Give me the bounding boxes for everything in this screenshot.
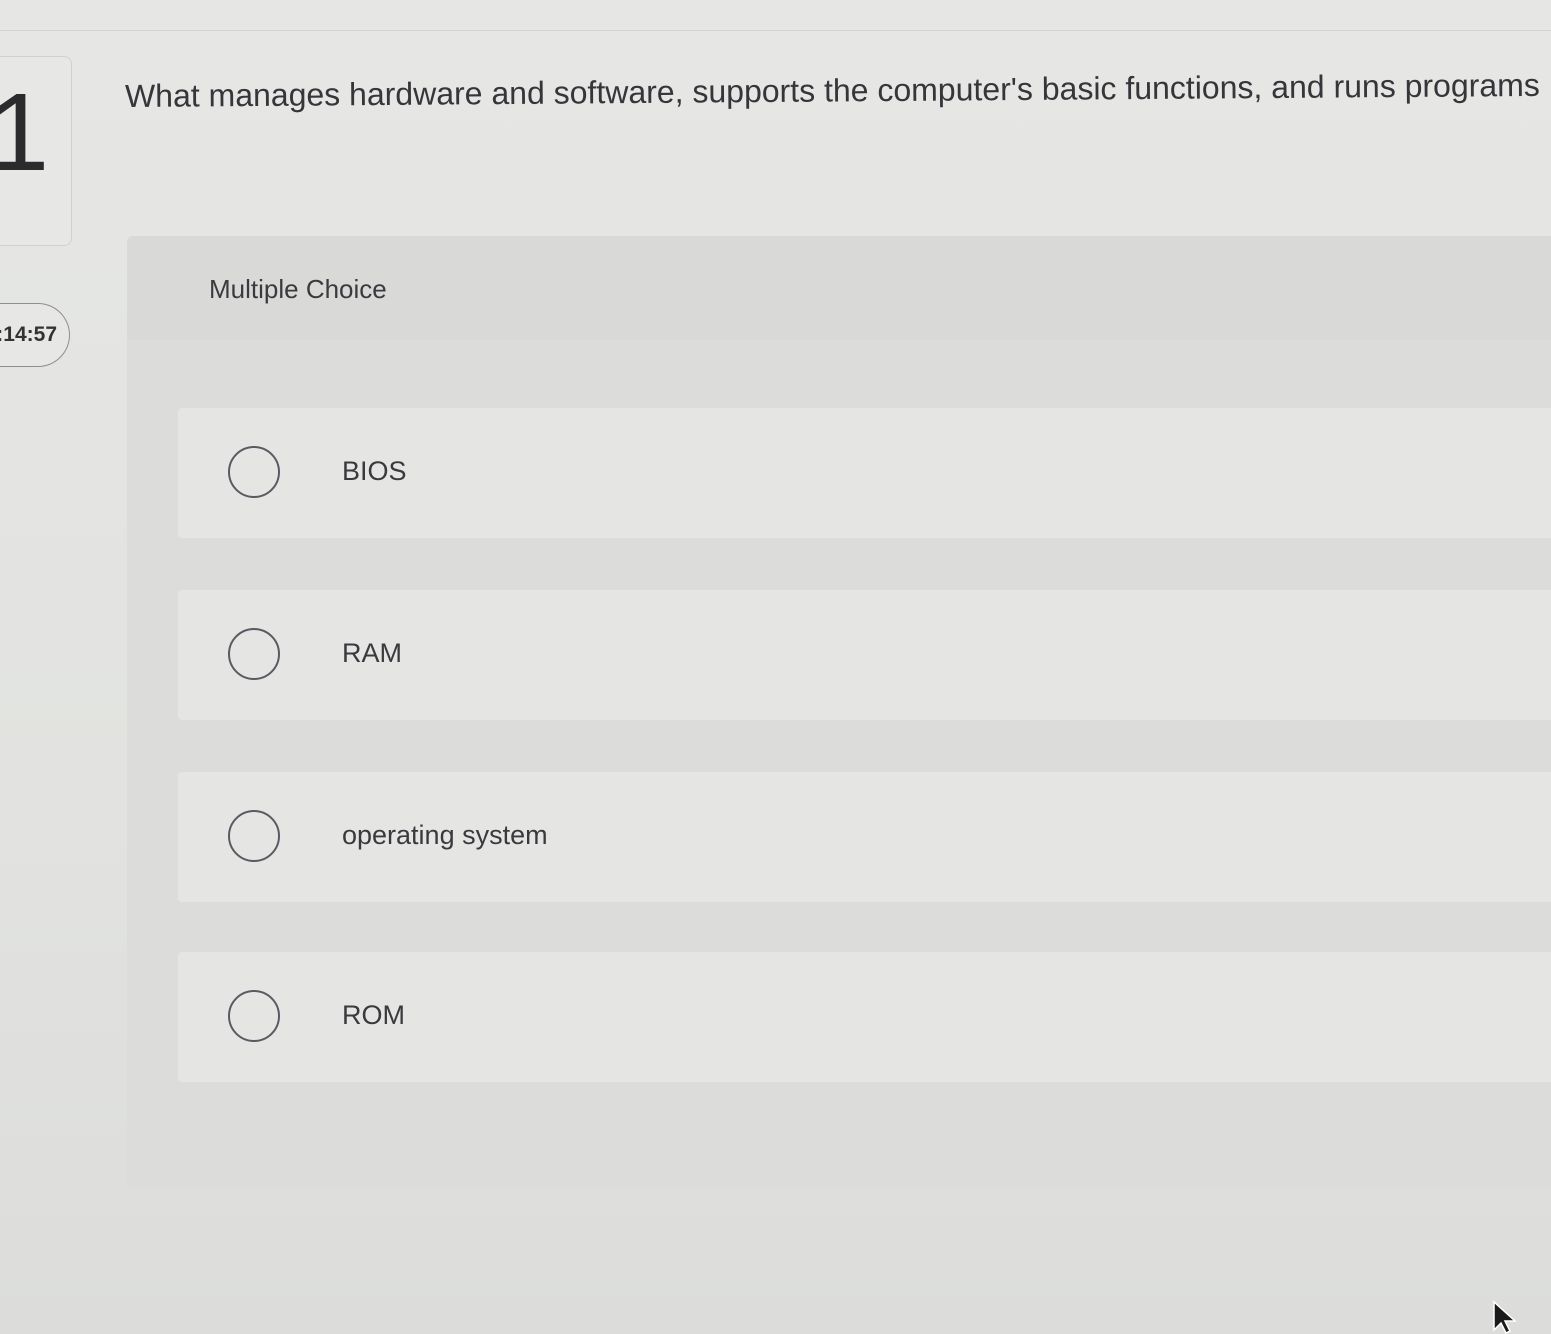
answer-option-label: RAM (342, 638, 402, 668)
question-number: 1 (0, 71, 50, 194)
radio-button-empty-icon[interactable] (228, 628, 280, 680)
top-divider (0, 30, 1551, 31)
answer-option-rom[interactable]: ROM (178, 952, 1551, 1082)
answer-option-ram[interactable]: RAM (178, 590, 1551, 720)
question-type-label: Multiple Choice (209, 274, 387, 304)
answer-option-operating-system[interactable]: operating system (178, 772, 1551, 902)
answer-option-label: operating system (342, 820, 548, 850)
timer-badge[interactable]: :14:57 (0, 303, 70, 367)
radio-button-empty-icon[interactable] (228, 810, 280, 862)
answer-option-label: BIOS (342, 456, 407, 486)
timer-text: :14:57 (0, 323, 57, 346)
answer-option-label: ROM (342, 1000, 405, 1030)
radio-button-empty-icon[interactable] (228, 446, 280, 498)
quiz-page: 1 :14:57 What manages hardware and softw… (0, 0, 1551, 1334)
question-prompt: What manages hardware and software, supp… (124, 66, 1540, 114)
mouse-pointer-icon (1493, 1300, 1517, 1334)
radio-button-empty-icon[interactable] (228, 990, 280, 1042)
answer-option-bios[interactable]: BIOS (178, 408, 1551, 538)
